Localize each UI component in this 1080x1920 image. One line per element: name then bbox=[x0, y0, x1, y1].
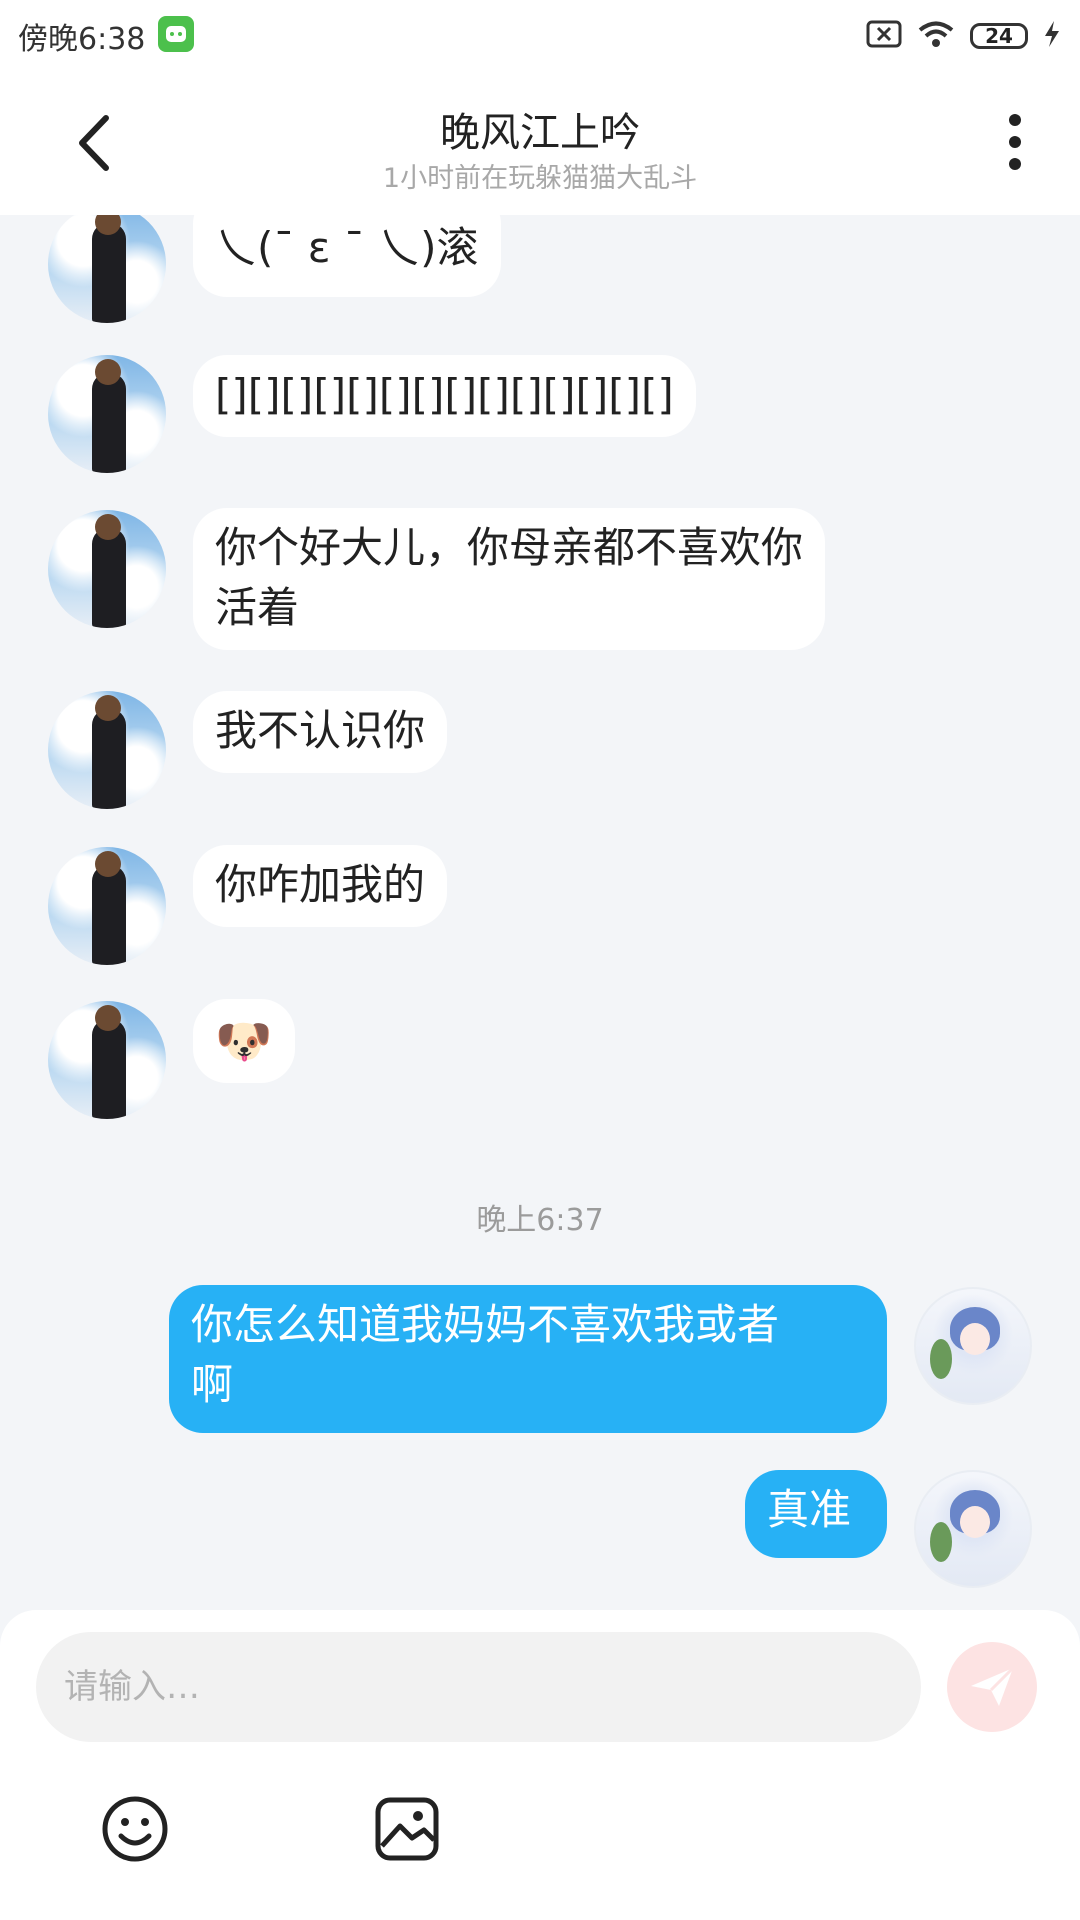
contact-avatar[interactable] bbox=[48, 1001, 166, 1119]
wifi-icon bbox=[916, 19, 956, 53]
emoji-icon bbox=[102, 1796, 168, 1862]
dog-face-icon: 🐶 bbox=[215, 1014, 273, 1068]
emoji-button[interactable] bbox=[100, 1794, 170, 1864]
contact-avatar[interactable] bbox=[48, 510, 166, 628]
chat-header: 晚风江上吟 1小时前在玩躲猫猫大乱斗 bbox=[0, 70, 1080, 215]
message-bubble[interactable]: 我不认识你 bbox=[193, 691, 448, 773]
message-bubble[interactable]: 🐶 bbox=[193, 999, 295, 1083]
send-button[interactable] bbox=[947, 1642, 1037, 1732]
timestamp-separator: 晚上6:37 bbox=[476, 1203, 604, 1238]
compose-area bbox=[0, 1610, 1080, 1920]
contact-avatar[interactable] bbox=[48, 355, 166, 473]
message-text: 真准 bbox=[767, 1485, 852, 1534]
message-input[interactable] bbox=[36, 1632, 921, 1742]
message-bubble[interactable]: 你个好大儿，你母亲都不喜欢你 活着 bbox=[193, 508, 826, 650]
message-text: 你咋加我的 bbox=[215, 860, 426, 909]
message-bubble[interactable]: 乀(ˉ ε ˉ 乀)滚 bbox=[193, 215, 501, 297]
contact-avatar[interactable] bbox=[48, 847, 166, 965]
status-bar: 傍晚6:38 24 bbox=[0, 0, 1080, 70]
message-list[interactable]: 乀(ˉ ε ˉ 乀)滚 [][][][][][][][][][][][][][]… bbox=[0, 215, 1080, 1610]
no-sim-icon bbox=[866, 19, 902, 53]
my-avatar[interactable] bbox=[914, 1470, 1032, 1588]
app-notification-icon bbox=[158, 16, 194, 52]
message-text-line: 啊 bbox=[191, 1360, 234, 1409]
message-text-line: 你怎么知道我妈妈不喜欢我或者 bbox=[191, 1300, 780, 1349]
charging-icon bbox=[1042, 19, 1062, 53]
contact-avatar[interactable] bbox=[48, 215, 166, 323]
my-message-bubble[interactable]: 真准 bbox=[745, 1470, 887, 1558]
more-vertical-icon bbox=[1009, 114, 1021, 170]
more-options-button[interactable] bbox=[1000, 112, 1030, 172]
send-icon bbox=[971, 1666, 1015, 1706]
message-bubble[interactable]: 你咋加我的 bbox=[193, 845, 448, 927]
message-text: 乀(ˉ ε ˉ 乀)滚 bbox=[215, 223, 479, 272]
message-text-line: 你个好大儿，你母亲都不喜欢你 bbox=[215, 523, 804, 572]
chat-subtitle: 1小时前在玩躲猫猫大乱斗 bbox=[382, 163, 698, 194]
message-text: 我不认识你 bbox=[215, 706, 426, 755]
status-indicators: 24 bbox=[866, 16, 1062, 56]
my-avatar[interactable] bbox=[914, 1287, 1032, 1405]
battery-indicator: 24 bbox=[970, 23, 1028, 49]
message-text: [][][][][][][][][][][][][][] bbox=[215, 370, 674, 419]
my-message-bubble[interactable]: 你怎么知道我妈妈不喜欢我或者 啊 bbox=[169, 1285, 887, 1433]
status-time: 傍晚6:38 bbox=[18, 22, 146, 57]
chat-title: 晚风江上吟 bbox=[440, 110, 640, 156]
message-bubble[interactable]: [][][][][][][][][][][][][][] bbox=[193, 355, 696, 437]
image-icon bbox=[375, 1797, 439, 1861]
image-button[interactable] bbox=[372, 1794, 442, 1864]
message-text-line: 活着 bbox=[215, 583, 300, 632]
contact-avatar[interactable] bbox=[48, 691, 166, 809]
